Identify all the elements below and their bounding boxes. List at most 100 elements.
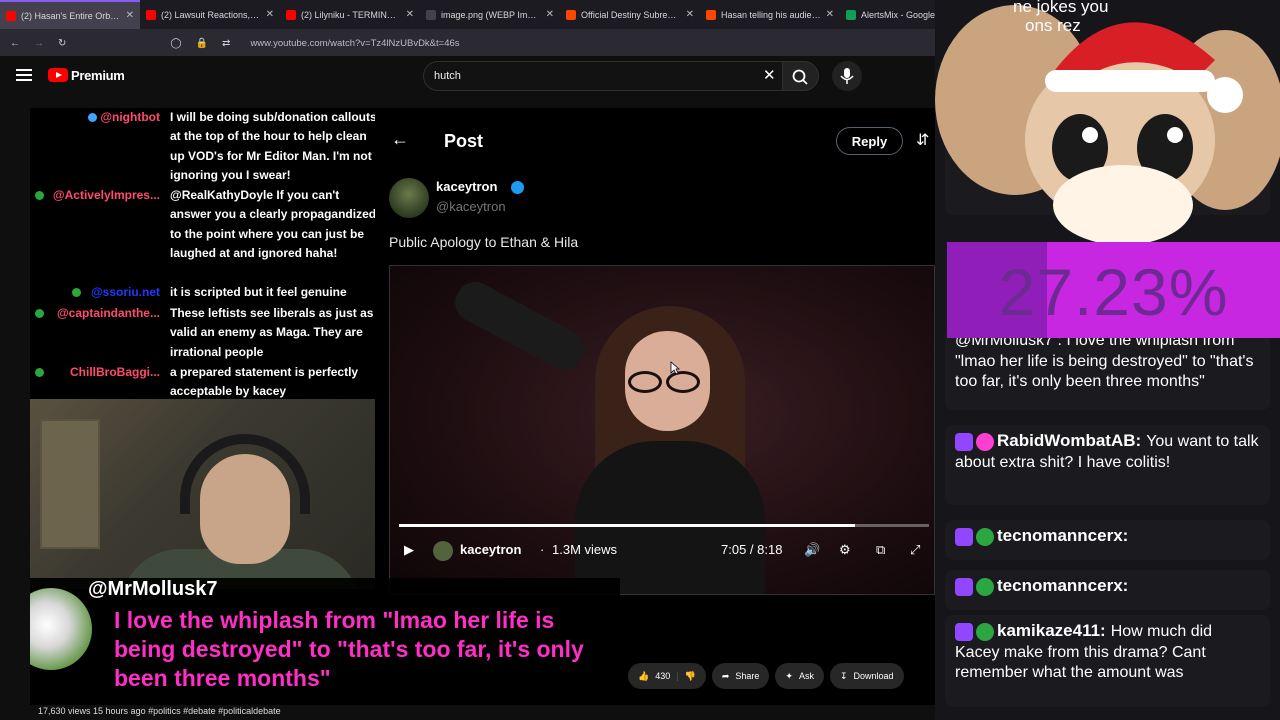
back-icon[interactable]: ← (10, 38, 20, 49)
tab-favicon-icon (426, 9, 436, 20)
user-badge-icon (976, 527, 994, 546)
navigation-bar: ← → ↻ ◯ 🔒 ⇄ www.youtube.com/watch?v=Tz4l… (0, 30, 935, 56)
highlight-message: I love the whiplash from "lmao her life … (114, 607, 584, 691)
user-handle[interactable]: @kaceytron (436, 199, 506, 214)
tab-strip: (2) Hasan's Entire Orbit Thro✕(2) Lawsui… (0, 0, 935, 30)
download-button[interactable]: ↧ Download (829, 663, 904, 689)
chat-username[interactable]: @nightbot (30, 108, 160, 127)
download-label: Download (853, 671, 894, 681)
separator-dot: · (540, 542, 545, 557)
browser-tab[interactable]: Hasan telling his audience th ✕ (700, 0, 840, 29)
share-button[interactable]: ➦ Share (711, 663, 770, 689)
overlay-chat-card: tecnomanncerx: (945, 570, 1270, 610)
video-meta: 17,630 views 15 hours ago #politics #deb… (38, 706, 281, 716)
play-icon[interactable]: ▶ (404, 542, 414, 558)
chat-text: @RealKathyDoyle If you can't answer you … (170, 188, 377, 261)
tab-close-icon[interactable]: ✕ (546, 9, 554, 20)
display-name[interactable]: kaceytron (436, 179, 497, 194)
browser-tab[interactable]: image.png (WEBP Image, 321 ✕ (420, 0, 560, 29)
voice-search-button[interactable] (832, 61, 862, 91)
youtube-header: Premium hutch ✕ (0, 56, 935, 96)
goat-avatar (30, 588, 92, 670)
browser-tab[interactable]: AlertsMix - Google Sh✕ (840, 0, 935, 29)
chat-username[interactable]: @captaindanthe... (30, 304, 160, 323)
video-time: 7:05 / 8:18 (721, 542, 783, 557)
clear-search-icon[interactable]: ✕ (763, 66, 776, 84)
download-icon: ↧ (839, 670, 848, 681)
chat-highlight-overlay: @MrMollusk7 I love the whiplash from "lm… (30, 578, 620, 705)
tab-favicon-icon (6, 10, 16, 21)
browser-tab[interactable]: Official Destiny Subreddit ✕ (560, 0, 700, 29)
twitch-badge-icon (955, 577, 973, 596)
video-progress-bar[interactable] (399, 524, 929, 527)
share-label: Share (735, 671, 760, 681)
shield-icon[interactable]: ◯ (170, 38, 181, 49)
channel-avatar[interactable] (433, 541, 453, 561)
premium-label[interactable]: Premium (71, 68, 125, 83)
browser-tab[interactable]: (2) Hasan's Entire Orbit Thro ✕ (0, 0, 140, 29)
user-badge-icon (976, 432, 994, 451)
permissions-icon[interactable]: ⇄ (222, 38, 230, 49)
ask-button[interactable]: ✦ Ask (775, 663, 824, 689)
thumbs-down-icon[interactable]: 👎 (685, 671, 696, 682)
reload-icon[interactable]: ↻ (58, 38, 66, 49)
search-input[interactable]: hutch ✕ (423, 61, 783, 91)
chat-username[interactable]: @ActivelyImpres... (30, 186, 160, 205)
verified-icon (511, 181, 524, 194)
search-button[interactable] (783, 61, 819, 91)
video-channel[interactable]: kaceytron (460, 542, 521, 557)
tab-title: Official Destiny Subreddit (581, 9, 681, 20)
person-body (575, 441, 765, 594)
chat-text: a prepared statement is perfectly accept… (170, 365, 359, 399)
twitch-badge-icon (955, 622, 973, 641)
mouse-cursor-icon (670, 361, 680, 375)
overlay-chat-username: tecnomanncerx: (997, 526, 1129, 545)
tab-close-icon[interactable]: ✕ (266, 9, 274, 20)
video-player[interactable]: @nightbot I will be doing sub/donation ca… (30, 108, 935, 705)
pip-icon[interactable]: ⧉ (876, 542, 885, 558)
chat-text: These leftists see liberals as just as v… (170, 306, 374, 359)
background-door (40, 419, 100, 549)
chat-text: it is scripted but it feel genuine (170, 285, 347, 299)
tab-title: AlertsMix - Google Sh (861, 9, 935, 20)
like-button[interactable]: 👍 430 | 👎 (628, 663, 706, 689)
menu-icon[interactable] (16, 69, 32, 81)
overlay-chat-card: tecnomanncerx: (945, 520, 1270, 560)
tab-close-icon[interactable]: ✕ (126, 10, 134, 21)
thumbs-up-icon: 👍 (638, 670, 650, 681)
headset-icon (180, 434, 310, 514)
fullscreen-icon[interactable]: ⤢ (910, 542, 920, 558)
moth-mascot-icon: ne jokes you ons rez (935, 0, 1280, 242)
tab-close-icon[interactable]: ✕ (686, 9, 694, 20)
tweet-video[interactable]: ▶ kaceytron · 1.3M views 7:05 / 8:18 🔊 ⚙… (389, 265, 935, 595)
browser-tab[interactable]: (2) Lawsuit Reactions, Trisha ✕ (140, 0, 280, 29)
forward-icon[interactable]: → (34, 38, 44, 49)
tab-favicon-icon (146, 9, 156, 20)
twitch-badge-icon (955, 432, 973, 451)
overlay-chat-text: @MrMollusk7 : I love the whiplash from "… (955, 332, 1254, 390)
overlay-chat-card: RabidWombatAB: You want to talk about ext… (945, 425, 1270, 505)
back-arrow-icon[interactable]: ← (391, 129, 409, 150)
browser-tab[interactable]: (2) Lilyniku - TERMINAL 18 (✕ (280, 0, 420, 29)
reply-button[interactable]: Reply (836, 127, 903, 155)
youtube-logo-icon[interactable] (48, 68, 68, 82)
overlay-partial-line-2: ons rez (1025, 16, 1081, 35)
volume-icon[interactable]: 🔊 (804, 542, 820, 558)
url-text[interactable]: www.youtube.com/watch?v=Tz4lNzUBvDk&t=46… (250, 38, 459, 49)
overlay-chat-username: tecnomanncerx: (997, 576, 1129, 595)
video-views: 1.3M views (552, 542, 618, 557)
tab-close-icon[interactable]: ✕ (406, 9, 414, 20)
settings-gear-icon[interactable]: ⚙ (839, 542, 851, 558)
chat-username[interactable]: @ssoriu.net (30, 283, 160, 302)
sparkle-icon: ✦ (785, 670, 793, 681)
chat-username[interactable]: ChillBroBaggi... (30, 363, 160, 382)
tab-favicon-icon (846, 9, 856, 20)
user-badge-icon (976, 577, 994, 596)
tab-favicon-icon (566, 9, 576, 20)
video-progress-fill (399, 524, 855, 527)
avatar[interactable] (389, 178, 429, 218)
overlay-partial-line-1: ne jokes you (1013, 0, 1108, 16)
highlight-username: @MrMollusk7 (88, 578, 218, 600)
tab-close-icon[interactable]: ✕ (826, 9, 834, 20)
microphone-icon (840, 68, 854, 84)
